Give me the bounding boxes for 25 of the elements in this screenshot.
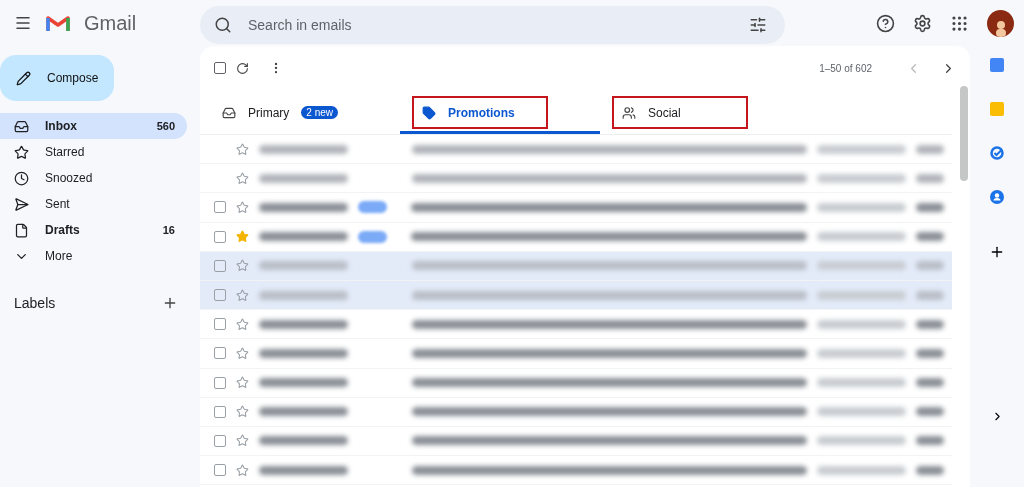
sidebar-label: Snoozed <box>45 171 94 185</box>
item-count: 16 <box>162 224 175 236</box>
item-count: 560 <box>156 120 175 132</box>
tab-label: Primary <box>248 105 290 120</box>
sidebar-label: More <box>45 249 74 263</box>
sidebar-item[interactable]: Starred <box>0 139 187 165</box>
search-field[interactable]: Search in emails <box>246 16 735 34</box>
labels-heading: Labels <box>14 295 56 311</box>
sidebar-label: Starred <box>45 145 86 159</box>
compose-button[interactable]: Compose <box>0 55 114 101</box>
sidebar-item[interactable]: Inbox 560 <box>0 113 187 139</box>
app-name: Gmail <box>84 11 137 35</box>
sidebar-item[interactable]: Drafts 16 <box>0 217 187 243</box>
category-tab[interactable]: Primary 2 new <box>200 90 400 134</box>
new-count-badge: 2 new <box>301 106 339 119</box>
tab-label: Social <box>648 105 681 120</box>
sidebar-item[interactable]: More <box>0 243 187 269</box>
page-range: 1–50 of 602 <box>819 62 872 74</box>
search-box[interactable]: Search in emails <box>200 6 785 44</box>
sidebar-item[interactable]: Sent <box>0 191 187 217</box>
sidebar-label: Inbox <box>45 119 78 133</box>
sidebar-item[interactable]: Snoozed <box>0 165 187 191</box>
tab-label: Promotions <box>448 105 515 120</box>
sidebar-label: Sent <box>45 197 71 211</box>
sidebar-label: Drafts <box>45 223 81 237</box>
